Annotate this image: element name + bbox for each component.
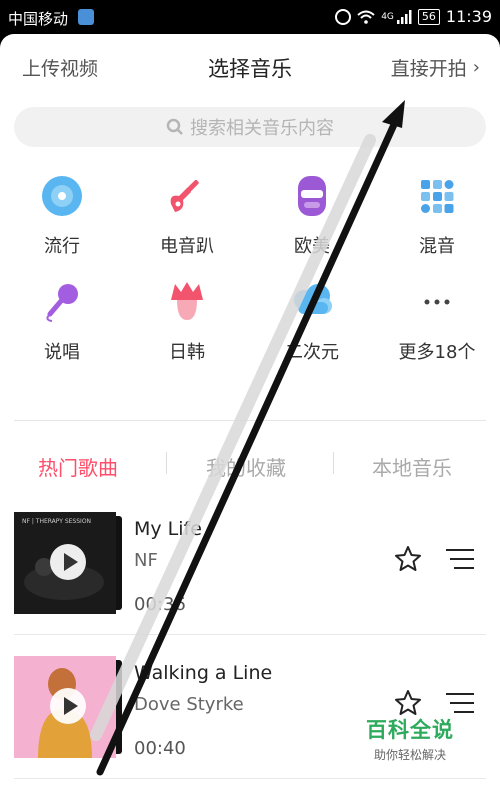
genre-label: 更多18个 [398, 342, 476, 363]
song-artist: NF [134, 550, 158, 571]
cover-spine [116, 660, 122, 754]
tab-local-music[interactable]: 本地音乐 [372, 452, 452, 481]
clock: 11:39 [445, 7, 492, 26]
face-with-sunglasses-icon [290, 174, 334, 218]
genre-label: 二次元 [285, 342, 339, 363]
header: 上传视频 选择音乐 直接开拍 › [0, 34, 500, 98]
electric-guitar-icon [165, 174, 209, 218]
row-divider [14, 778, 486, 779]
genre-edm[interactable]: 电音趴 [137, 174, 237, 258]
genre-more[interactable]: 更多18个 [387, 280, 487, 364]
row-divider [14, 634, 486, 635]
song-row[interactable]: NF | THERAPY SESSION My Life NF 00:36 [0, 512, 500, 654]
status-icons: 4G 56 11:39 [335, 7, 492, 26]
watermark-title: 百科全说 [366, 718, 454, 742]
song-duration: 00:40 [134, 738, 186, 759]
alarm-icon [335, 8, 352, 25]
star-icon[interactable] [393, 544, 423, 574]
music-picker-sheet: 上传视频 选择音乐 直接开拍 › 搜索相关音乐内容 流行 电音趴 欧美 混音 说… [0, 34, 500, 790]
anime-head-icon [165, 280, 209, 324]
tab-separator [333, 452, 334, 474]
carrier-name: 中国移动 [8, 10, 69, 28]
tab-favorites[interactable]: 我的收藏 [206, 452, 286, 481]
app-notification-icon [78, 9, 94, 25]
search-input[interactable]: 搜索相关音乐内容 [14, 107, 486, 147]
shoot-directly-label: 直接开拍 [390, 58, 467, 80]
genre-label: 欧美 [294, 236, 330, 257]
microphone-icon [40, 280, 84, 324]
genre-label: 流行 [44, 236, 80, 257]
cover-spine [116, 516, 122, 610]
network-type: 4G [381, 11, 394, 22]
section-divider [14, 420, 486, 421]
grid-dots-icon [415, 174, 459, 218]
album-cover[interactable] [14, 656, 116, 758]
genre-label: 说唱 [44, 342, 80, 363]
genre-jk[interactable]: 日韩 [137, 280, 237, 364]
song-artist: Dove Styrke [134, 694, 244, 715]
tab-separator [166, 452, 167, 474]
genre-acg[interactable]: 二次元 [262, 280, 362, 364]
watermark-logo: 百科全说 助你轻松解决 [355, 714, 465, 763]
genre-label: 电音趴 [160, 236, 214, 257]
genre-label: 日韩 [169, 342, 205, 363]
tab-hot-songs[interactable]: 热门歌曲 [38, 452, 118, 481]
song-title: Walking a Line [134, 662, 273, 684]
wifi-icon [357, 10, 375, 24]
play-icon[interactable] [50, 688, 86, 724]
search-icon [166, 118, 183, 135]
search-placeholder: 搜索相关音乐内容 [190, 118, 334, 139]
disc-icon [40, 174, 84, 218]
play-icon[interactable] [50, 544, 86, 580]
cloud-character-icon [290, 280, 334, 324]
watermark-subtitle: 助你轻松解决 [373, 748, 446, 762]
menu-icon[interactable] [446, 548, 474, 570]
genre-pop[interactable]: 流行 [12, 174, 112, 258]
genre-rap[interactable]: 说唱 [12, 280, 112, 364]
album-cover[interactable]: NF | THERAPY SESSION [14, 512, 116, 614]
genre-western[interactable]: 欧美 [262, 174, 362, 258]
cover-text: NF | THERAPY SESSION [22, 518, 92, 525]
genre-remix[interactable]: 混音 [387, 174, 487, 258]
song-title: My Life [134, 518, 202, 540]
menu-icon[interactable] [446, 692, 474, 714]
genre-label: 混音 [419, 236, 455, 257]
battery-level: 56 [417, 8, 440, 25]
signal-icon [396, 9, 412, 24]
more-dots-icon [415, 280, 459, 324]
shoot-directly-button[interactable]: 直接开拍 › [391, 54, 480, 81]
chevron-right-icon: › [472, 57, 480, 78]
music-tabs: 热门歌曲 我的收藏 本地音乐 [0, 438, 500, 488]
status-bar: 中国移动 4G 56 11:39 [0, 0, 500, 34]
song-duration: 00:36 [134, 594, 186, 615]
